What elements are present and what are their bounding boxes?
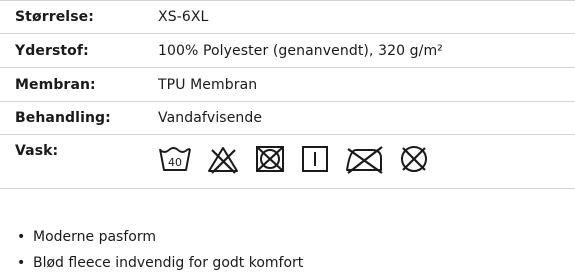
care-symbols: 40	[158, 135, 430, 174]
spec-row-washing: Vask: 40	[0, 135, 575, 189]
do-not-tumble-dry-icon	[254, 144, 286, 174]
spec-value: XS-6XL	[158, 9, 209, 25]
spec-row-outer-fabric: Yderstof: 100% Polyester (genanvendt), 3…	[0, 34, 575, 68]
spec-value: TPU Membran	[158, 76, 258, 93]
feature-list: • Moderne pasform • Blød fleece indvendi…	[0, 224, 575, 276]
spec-row-membrane: Membran: TPU Membran	[0, 68, 575, 102]
do-not-iron-icon	[344, 144, 384, 174]
spec-table: Størrelse: XS-6XL Yderstof: 100% Polyest…	[0, 0, 575, 189]
bullet-icon: •	[17, 229, 26, 245]
line-dry-icon	[300, 144, 330, 174]
spec-label: Membran:	[15, 76, 96, 93]
spec-row-size: Størrelse: XS-6XL	[0, 0, 575, 34]
spec-label: Yderstof:	[15, 42, 89, 59]
wash-40-icon: 40	[158, 145, 192, 173]
do-not-bleach-icon	[206, 144, 240, 174]
spec-value: 100% Polyester (genanvendt), 320 g/m²	[158, 42, 443, 59]
spec-label: Størrelse:	[15, 9, 94, 25]
spec-label: Behandling:	[15, 110, 111, 126]
spec-label: Vask:	[15, 143, 59, 159]
list-item: • Moderne pasform	[0, 224, 575, 250]
feature-text: Moderne pasform	[33, 229, 156, 245]
list-item: • Blød fleece indvendig for godt komfort	[0, 250, 575, 276]
spec-row-treatment: Behandling: Vandafvisende	[0, 102, 575, 135]
bullet-icon: •	[17, 255, 26, 271]
do-not-dry-clean-icon	[398, 144, 430, 174]
wash-temperature: 40	[168, 156, 182, 169]
spec-value: Vandafvisende	[158, 110, 263, 126]
